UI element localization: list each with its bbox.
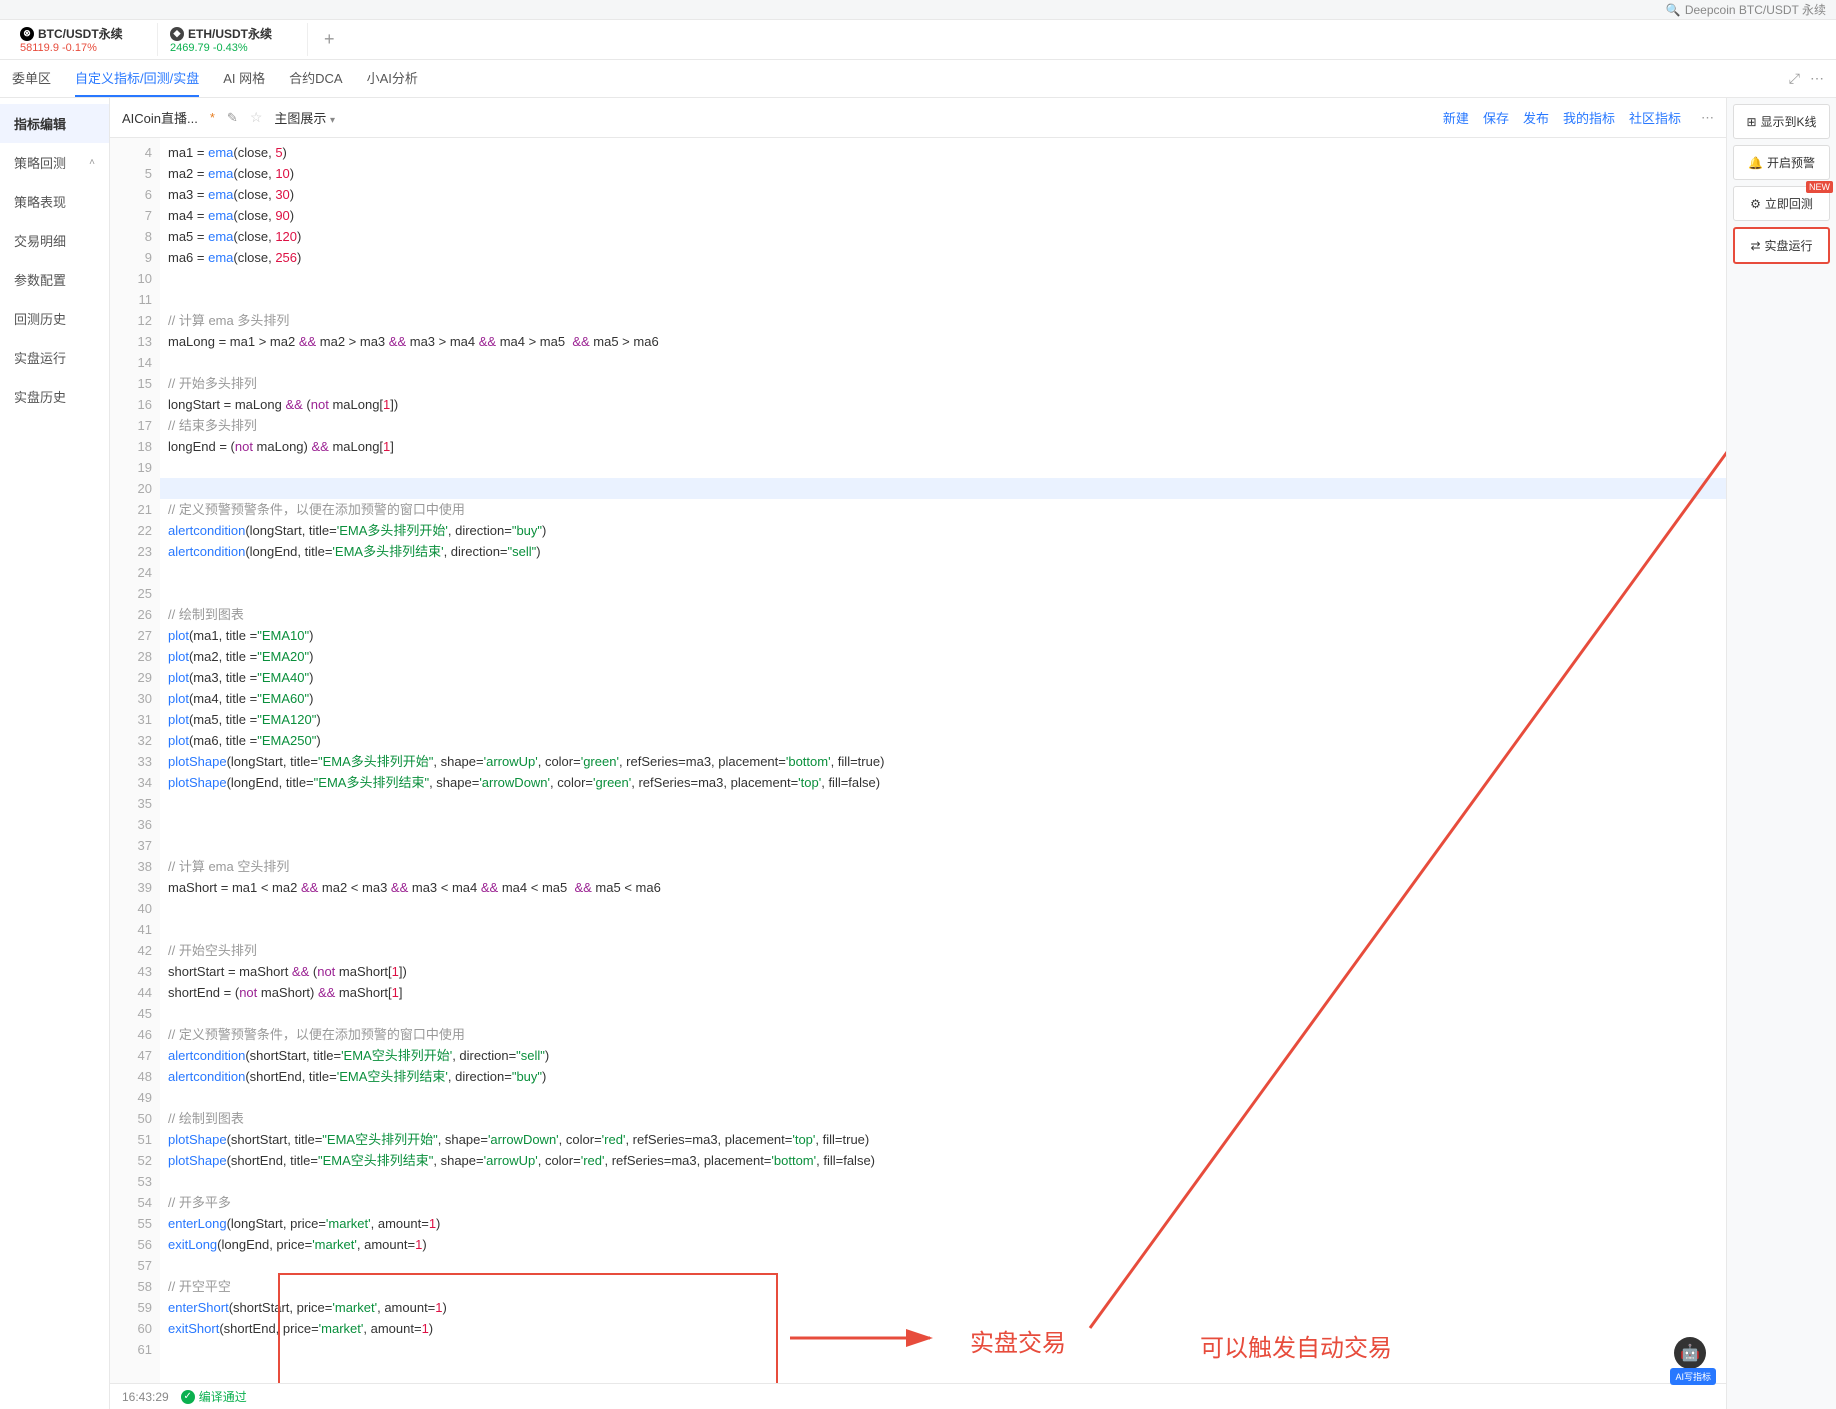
sidebar-item[interactable]: 实盘历史 xyxy=(0,377,109,416)
add-pair-tab[interactable]: + xyxy=(308,29,351,50)
right-panel-button[interactable]: ⇄实盘运行 xyxy=(1733,227,1830,264)
menu-item[interactable]: AI 网格 xyxy=(223,60,265,97)
button-icon: 🔔 xyxy=(1748,156,1763,170)
toolbar-action[interactable]: 新建 xyxy=(1443,108,1469,127)
right-panel-button[interactable]: 🔔开启预警 xyxy=(1733,145,1830,180)
sidebar-item[interactable]: 参数配置 xyxy=(0,260,109,299)
annotation-arrow-2 xyxy=(1030,328,1726,1338)
pair-tab-eth[interactable]: ◆ETH/USDT永续 2469.79 -0.43% xyxy=(158,23,308,56)
toolbar-action[interactable]: 社区指标 xyxy=(1629,108,1681,127)
search-placeholder: Deepcoin BTC/USDT 永续 xyxy=(1685,1,1826,18)
toolbar-action[interactable]: 保存 xyxy=(1483,108,1509,127)
script-title: AICoin直播... xyxy=(122,108,198,127)
ai-bot-button[interactable]: 🤖 xyxy=(1674,1337,1706,1369)
editor-toolbar: AICoin直播... * ✎ ☆ 主图展示 ▾ 新建保存发布我的指标社区指标 ⋯ xyxy=(110,98,1726,138)
code-editor[interactable]: 4567891011121314151617181920212223242526… xyxy=(110,138,1726,1383)
new-badge: NEW xyxy=(1806,181,1833,193)
sidebar-item[interactable]: 策略表现 xyxy=(0,182,109,221)
code-line[interactable] xyxy=(160,268,1726,289)
right-panel-button[interactable]: ⚙立即回测NEW xyxy=(1733,186,1830,221)
code-line[interactable]: ma1 = ema(close, 5) xyxy=(160,142,1726,163)
topbar: 🔍 Deepcoin BTC/USDT 永续 xyxy=(0,0,1836,20)
star-icon[interactable]: ☆ xyxy=(250,109,263,126)
toolbar-action[interactable]: 发布 xyxy=(1523,108,1549,127)
annotation-arrow-1 xyxy=(790,1318,950,1358)
pair-tabs: ⊗BTC/USDT永续 58119.9 -0.17% ◆ETH/USDT永续 2… xyxy=(0,20,1836,60)
ai-bot-label: AI写指标 xyxy=(1670,1368,1716,1385)
modified-indicator: * xyxy=(210,110,215,125)
code-line[interactable]: ma4 = ema(close, 90) xyxy=(160,205,1726,226)
sidebar-item[interactable]: 策略回测˄ xyxy=(0,143,109,182)
compile-status: ✓编译通过 xyxy=(181,1388,247,1405)
button-icon: ⊞ xyxy=(1746,115,1756,129)
code-line[interactable]: ma5 = ema(close, 120) xyxy=(160,226,1726,247)
line-gutter: 4567891011121314151617181920212223242526… xyxy=(110,138,160,1383)
pair-icon: ◆ xyxy=(170,27,184,41)
edit-icon[interactable]: ✎ xyxy=(227,110,238,126)
code-line[interactable] xyxy=(160,289,1726,310)
menu-row: 委单区自定义指标/回测/实盘 AI 网格合约DCA 小AI分析 ⤢ ⋯ xyxy=(0,60,1836,98)
menu-item[interactable]: 合约DCA xyxy=(289,60,342,97)
menu-item[interactable]: 小AI分析 xyxy=(367,60,418,97)
menu-item[interactable]: 自定义指标/回测/实盘 xyxy=(75,60,199,97)
expand-icon[interactable]: ⤢ xyxy=(1789,70,1800,87)
sidebar-item[interactable]: 交易明细 xyxy=(0,221,109,260)
menu-item[interactable]: 委单区 xyxy=(12,60,51,97)
toolbar-action[interactable]: 我的指标 xyxy=(1563,108,1615,127)
main-chart-dropdown[interactable]: 主图展示 ▾ xyxy=(274,108,335,127)
sidebar-item[interactable]: 指标编辑 xyxy=(0,104,109,143)
code-line[interactable]: ma6 = ema(close, 256) xyxy=(160,247,1726,268)
status-bar: 16:43:29 ✓编译通过 xyxy=(110,1383,1726,1409)
status-time: 16:43:29 xyxy=(122,1390,169,1404)
button-icon: ⇄ xyxy=(1750,239,1760,253)
sidebar: 指标编辑策略回测˄策略表现交易明细参数配置回测历史实盘运行实盘历史 xyxy=(0,98,110,1409)
right-panel: ⊞显示到K线 🔔开启预警 ⚙立即回测NEW ⇄实盘运行 xyxy=(1726,98,1836,1409)
search-icon: 🔍 xyxy=(1666,3,1681,17)
more-icon[interactable]: ⋯ xyxy=(1701,110,1714,126)
check-icon: ✓ xyxy=(181,1390,195,1404)
right-panel-button[interactable]: ⊞显示到K线 xyxy=(1733,104,1830,139)
code-line[interactable]: ma3 = ema(close, 30) xyxy=(160,184,1726,205)
code-line[interactable]: ma2 = ema(close, 10) xyxy=(160,163,1726,184)
more-icon[interactable]: ⋯ xyxy=(1810,70,1824,87)
annotation-box-code xyxy=(278,1273,778,1383)
pair-icon: ⊗ xyxy=(20,27,34,41)
pair-tab-btc[interactable]: ⊗BTC/USDT永续 58119.9 -0.17% xyxy=(8,23,158,56)
search-box[interactable]: 🔍 Deepcoin BTC/USDT 永续 xyxy=(1666,1,1826,18)
sidebar-item[interactable]: 实盘运行 xyxy=(0,338,109,377)
sidebar-item[interactable]: 回测历史 xyxy=(0,299,109,338)
button-icon: ⚙ xyxy=(1750,197,1761,211)
